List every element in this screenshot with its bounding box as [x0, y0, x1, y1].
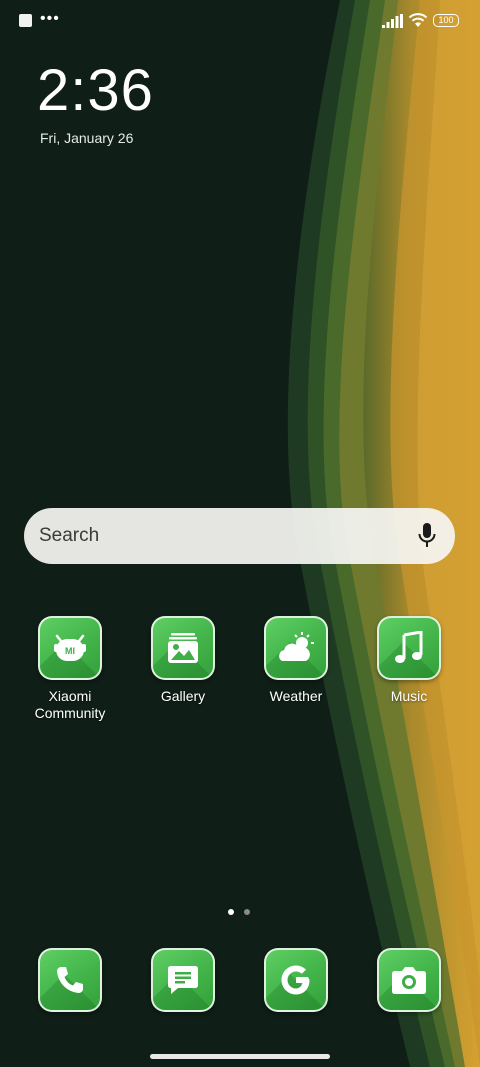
signal-icon	[382, 14, 403, 28]
app-label: Xiaomi Community	[34, 688, 106, 721]
app-label: Music	[390, 688, 428, 704]
camera-icon[interactable]	[377, 948, 441, 1012]
app-xiaomi-community[interactable]: MI Xiaomi Community	[15, 616, 125, 722]
dock-google[interactable]	[241, 948, 351, 1012]
phone-icon[interactable]	[38, 948, 102, 1012]
dock-messages[interactable]	[128, 948, 238, 1012]
google-icon[interactable]	[264, 948, 328, 1012]
dock-camera[interactable]	[354, 948, 464, 1012]
dock-phone[interactable]	[15, 948, 125, 1012]
app-label: Weather	[269, 688, 323, 704]
gallery-icon[interactable]	[151, 616, 215, 680]
svg-text:MI: MI	[65, 646, 75, 656]
wifi-icon	[408, 13, 428, 27]
messages-icon[interactable]	[151, 948, 215, 1012]
microphone-icon[interactable]	[417, 523, 437, 549]
status-bar: ••• 100	[0, 0, 480, 42]
weather-icon[interactable]	[264, 616, 328, 680]
music-icon[interactable]	[377, 616, 441, 680]
home-indicator[interactable]	[150, 1054, 330, 1059]
app-music[interactable]: Music	[354, 616, 464, 705]
xiaomi-community-icon[interactable]: MI	[38, 616, 102, 680]
clock-time[interactable]: 2:36	[37, 56, 154, 126]
page-dot	[244, 909, 250, 915]
more-dots-icon: •••	[40, 10, 60, 27]
battery-icon: 100	[433, 14, 459, 27]
notification-square-icon	[19, 14, 32, 27]
app-label: Gallery	[160, 688, 206, 704]
clock-date[interactable]: Fri, January 26	[40, 130, 133, 146]
page-dot-active	[228, 909, 234, 915]
app-weather[interactable]: Weather	[241, 616, 351, 705]
search-placeholder: Search	[39, 525, 100, 546]
search-bar[interactable]: Search	[24, 508, 455, 564]
app-gallery[interactable]: Gallery	[128, 616, 238, 705]
